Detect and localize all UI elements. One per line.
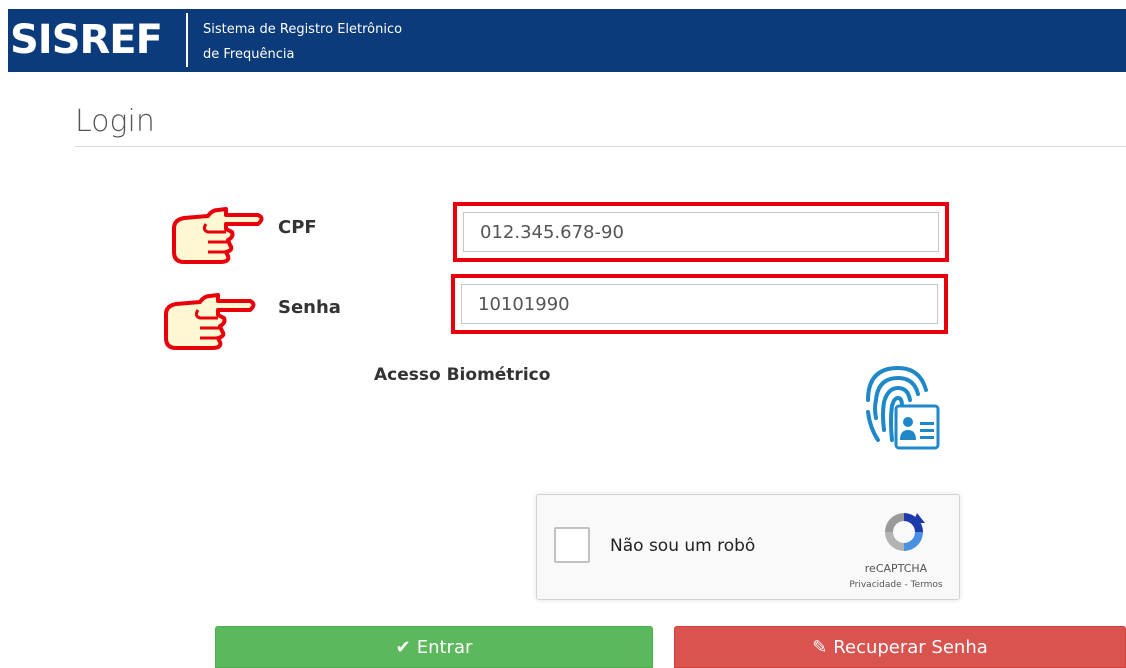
biometric-access-label: Acesso Biométrico — [374, 365, 551, 385]
app-header: SISREF Sistema de Registro Eletrônico de… — [8, 9, 1126, 72]
cpf-label: CPF — [278, 217, 317, 238]
recaptcha-links[interactable]: Privacidade - Termos — [832, 580, 960, 590]
cpf-highlight — [453, 202, 949, 262]
title-divider — [75, 146, 1126, 147]
enter-button[interactable]: ✔ Entrar — [215, 626, 653, 668]
recaptcha-widget: Não sou um robô reCAPTCHA Privacidade - … — [536, 494, 960, 600]
fingerprint-icon[interactable] — [860, 360, 942, 454]
app-logo: SISREF — [10, 17, 163, 63]
senha-highlight — [451, 274, 948, 334]
page-title: Login — [75, 104, 155, 139]
subtitle-line-1: Sistema de Registro Eletrônico — [203, 22, 403, 37]
recaptcha-brand: reCAPTCHA — [864, 562, 928, 575]
cpf-input[interactable] — [463, 212, 939, 252]
subtitle-line-2: de Frequência — [203, 47, 295, 62]
recaptcha-logo-icon — [885, 513, 925, 551]
check-icon: ✔ — [395, 636, 411, 658]
pointing-hand-icon — [172, 207, 264, 264]
recaptcha-checkbox[interactable] — [554, 527, 590, 563]
logo-divider — [186, 13, 188, 67]
senha-label: Senha — [278, 297, 341, 318]
recaptcha-text: Não sou um robô — [610, 536, 756, 556]
recover-password-label: Recuperar Senha — [833, 636, 988, 658]
senha-input[interactable] — [461, 284, 938, 324]
pencil-icon: ✎ — [812, 636, 828, 658]
app-subtitle: Sistema de Registro Eletrônico de Frequê… — [203, 17, 402, 67]
recover-password-button[interactable]: ✎ Recuperar Senha — [674, 626, 1126, 668]
enter-button-label: Entrar — [416, 636, 473, 658]
pointing-hand-icon — [164, 293, 256, 350]
